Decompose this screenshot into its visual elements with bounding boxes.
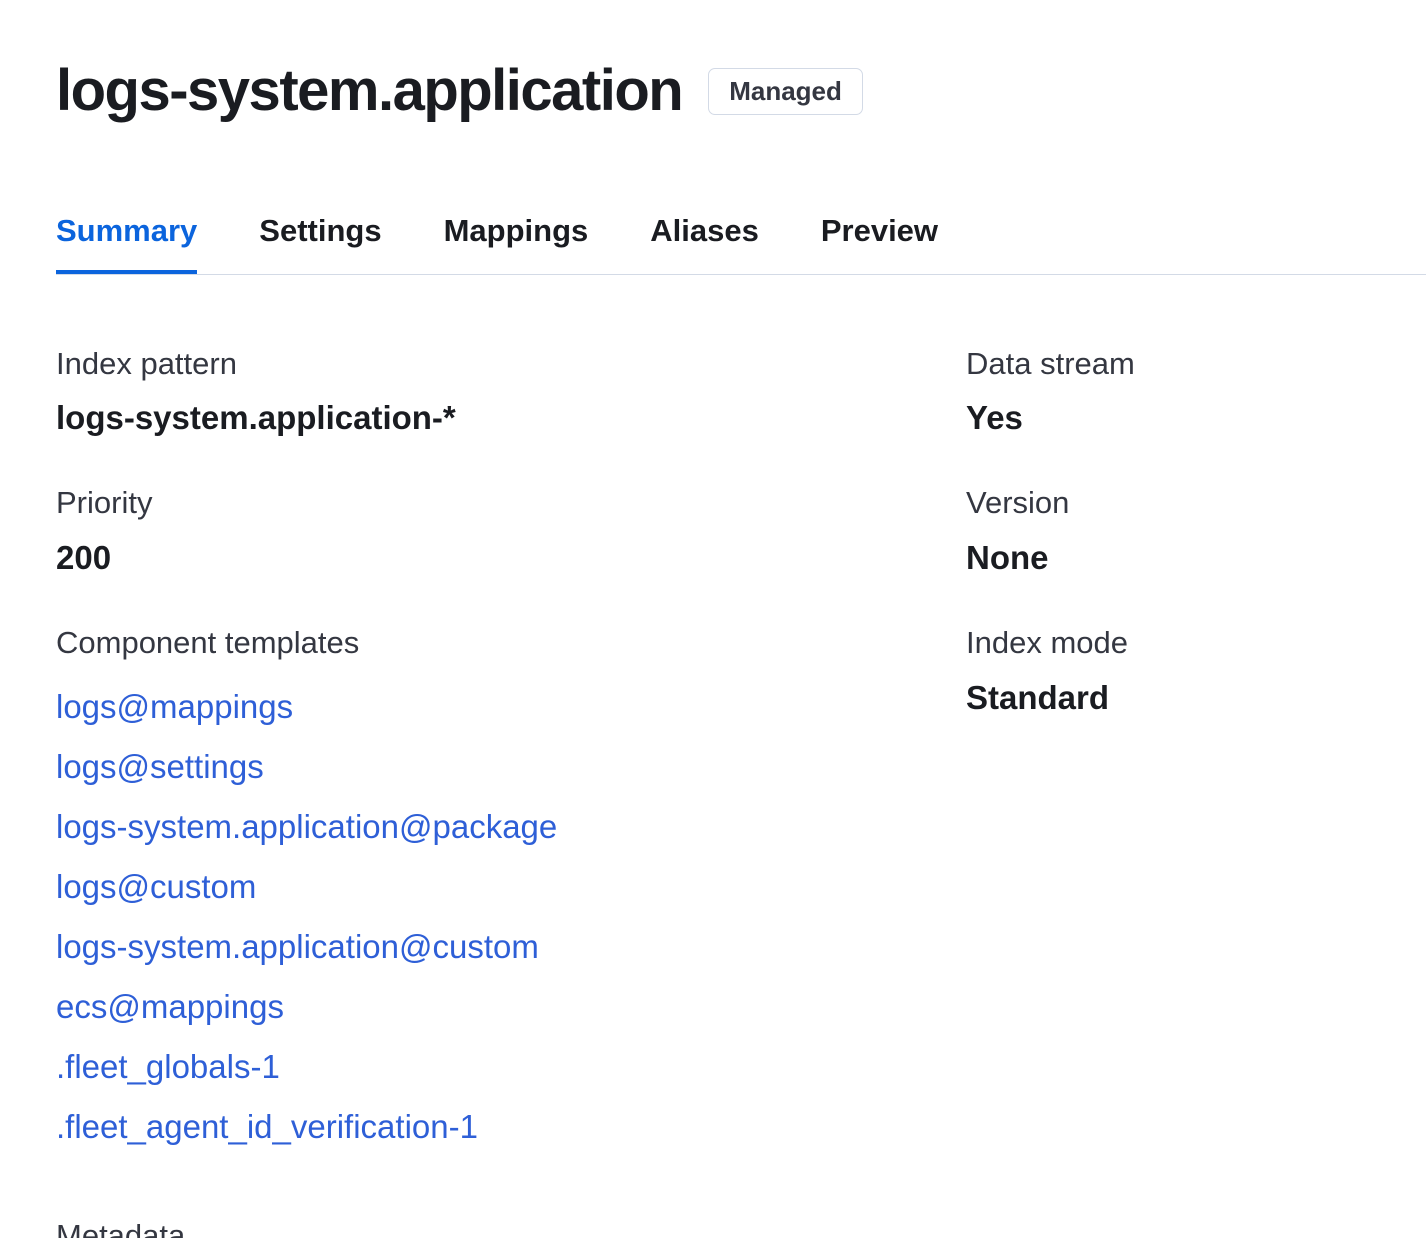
field-index-mode: Index mode Standard (966, 624, 1370, 720)
component-template-link-logs-mappings[interactable]: logs@mappings (56, 677, 293, 737)
summary-right-column: Data stream Yes Version None Index mode … (966, 345, 1370, 1201)
version-label: Version (966, 484, 1370, 523)
page-header: logs-system.application Managed (56, 58, 1370, 125)
tab-summary[interactable]: Summary (56, 213, 197, 274)
managed-badge: Managed (708, 68, 863, 115)
component-template-link-ecs-mappings[interactable]: ecs@mappings (56, 977, 284, 1037)
metadata-heading: Metadata (56, 1217, 1370, 1238)
tab-preview[interactable]: Preview (821, 213, 938, 274)
component-template-link-fleet-globals[interactable]: .fleet_globals-1 (56, 1037, 280, 1097)
summary-content: Index pattern logs-system.application-* … (56, 345, 1370, 1201)
priority-value: 200 (56, 537, 966, 580)
component-template-link-app-custom[interactable]: logs-system.application@custom (56, 917, 539, 977)
field-component-templates: Component templates logs@mappings logs@s… (56, 624, 966, 1157)
priority-label: Priority (56, 484, 966, 523)
summary-left-column: Index pattern logs-system.application-* … (56, 345, 966, 1201)
component-template-list: logs@mappings logs@settings logs-system.… (56, 677, 966, 1157)
index-mode-value: Standard (966, 677, 1370, 720)
component-templates-label: Component templates (56, 624, 966, 663)
field-index-pattern: Index pattern logs-system.application-* (56, 345, 966, 441)
component-template-link-fleet-agent-id[interactable]: .fleet_agent_id_verification-1 (56, 1097, 478, 1157)
tab-aliases[interactable]: Aliases (650, 213, 759, 274)
index-pattern-value: logs-system.application-* (56, 397, 966, 440)
tab-mappings[interactable]: Mappings (444, 213, 589, 274)
data-stream-value: Yes (966, 397, 1370, 440)
page-title: logs-system.application (56, 58, 682, 125)
component-template-link-logs-settings[interactable]: logs@settings (56, 737, 264, 797)
index-mode-label: Index mode (966, 624, 1370, 663)
index-template-details-page: logs-system.application Managed Summary … (0, 0, 1426, 1238)
field-version: Version None (966, 484, 1370, 580)
version-value: None (966, 537, 1370, 580)
data-stream-label: Data stream (966, 345, 1370, 384)
field-data-stream: Data stream Yes (966, 345, 1370, 441)
field-priority: Priority 200 (56, 484, 966, 580)
tab-settings[interactable]: Settings (259, 213, 381, 274)
component-template-link-package[interactable]: logs-system.application@package (56, 797, 557, 857)
metadata-section: Metadata (56, 1217, 1370, 1238)
tab-bar: Summary Settings Mappings Aliases Previe… (56, 213, 1426, 275)
index-pattern-label: Index pattern (56, 345, 966, 384)
component-template-link-logs-custom[interactable]: logs@custom (56, 857, 256, 917)
